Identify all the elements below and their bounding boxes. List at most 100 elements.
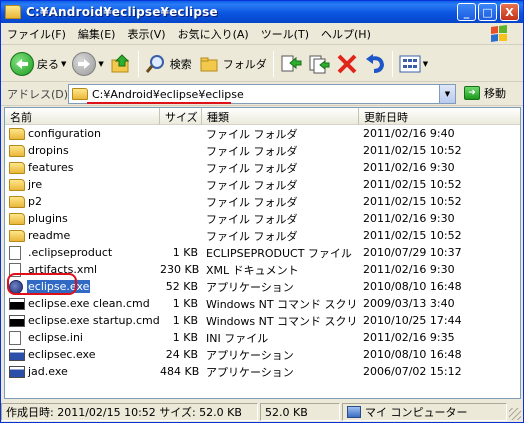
file-row[interactable]: readme ファイル フォルダ 2011/02/15 10:52 bbox=[5, 227, 520, 244]
file-list[interactable]: 名前 サイズ 種類 更新日時 configuration ファイル フォルダ 201… bbox=[4, 107, 521, 399]
file-name: features bbox=[28, 161, 74, 174]
address-label: アドレス(D) bbox=[7, 87, 69, 101]
back-arrow-icon bbox=[10, 51, 34, 76]
file-row[interactable]: dropins ファイル フォルダ 2011/02/15 10:52 bbox=[5, 142, 520, 159]
forward-button[interactable]: ▼ bbox=[69, 49, 106, 79]
file-size: 1 KB bbox=[172, 331, 198, 344]
column-name[interactable]: 名前 bbox=[5, 108, 160, 125]
file-size: 1 KB bbox=[172, 314, 198, 327]
column-type[interactable]: 種類 bbox=[202, 108, 359, 125]
file-row[interactable]: features ファイル フォルダ 2011/02/16 9:30 bbox=[5, 159, 520, 176]
move-to-button[interactable] bbox=[277, 49, 305, 79]
file-date: 2011/02/16 9:40 bbox=[363, 127, 455, 140]
file-size: 24 KB bbox=[165, 348, 198, 361]
file-row[interactable]: p2 ファイル フォルダ 2011/02/15 10:52 bbox=[5, 193, 520, 210]
delete-button[interactable] bbox=[333, 49, 361, 79]
file-type: INI ファイル bbox=[206, 331, 269, 345]
status-bar: 作成日時: 2011/02/15 10:52 サイズ: 52.0 KB 52.0… bbox=[1, 402, 523, 422]
file-date: 2011/02/16 9:30 bbox=[363, 212, 455, 225]
file-name-cell: .eclipseproduct bbox=[5, 245, 160, 260]
file-name-cell: jad.exe bbox=[5, 365, 160, 378]
status-location: マイ コンピューター bbox=[342, 403, 507, 421]
cmd-icon bbox=[9, 297, 25, 310]
file-row[interactable]: artifacts.xml 230 KB XML ドキュメント 2011/02/16 … bbox=[5, 261, 520, 278]
file-row[interactable]: eclipsec.exe 24 KB アプリケーション 2010/08/10 16:4… bbox=[5, 346, 520, 363]
chevron-down-icon[interactable]: ▼ bbox=[423, 60, 428, 68]
status-info: 作成日時: 2011/02/15 10:52 サイズ: 52.0 KB bbox=[1, 403, 258, 421]
folders-button[interactable]: フォルダ bbox=[195, 49, 270, 79]
file-date: 2011/02/15 10:52 bbox=[363, 178, 462, 191]
copy-to-button[interactable] bbox=[305, 49, 333, 79]
file-name-cell: eclipse.exe startup.cmd bbox=[5, 314, 160, 327]
chevron-down-icon[interactable]: ▼ bbox=[61, 60, 66, 68]
up-folder-button[interactable] bbox=[107, 49, 135, 79]
folders-label: フォルダ bbox=[222, 57, 267, 71]
chevron-down-icon[interactable]: ▼ bbox=[98, 60, 103, 68]
file-row[interactable]: plugins ファイル フォルダ 2011/02/16 9:30 bbox=[5, 210, 520, 227]
file-name-cell: readme bbox=[5, 229, 160, 242]
folder-icon bbox=[5, 5, 21, 19]
file-rows: configuration ファイル フォルダ 2011/02/16 9:40 dro… bbox=[5, 125, 520, 380]
file-type: Windows NT コマンド スクリプト bbox=[206, 297, 359, 311]
file-name: eclipsec.exe bbox=[28, 348, 96, 361]
menu-view[interactable]: 表示(V) bbox=[121, 24, 171, 44]
file-type: Windows NT コマンド スクリプト bbox=[206, 314, 359, 328]
copy-to-icon bbox=[309, 55, 330, 73]
file-size: 1 KB bbox=[172, 297, 198, 310]
file-row[interactable]: configuration ファイル フォルダ 2011/02/16 9:40 bbox=[5, 125, 520, 142]
views-button[interactable]: ▼ bbox=[396, 49, 431, 79]
file-row[interactable]: .eclipseproduct 1 KB ECLIPSEPRODUCT ファイル 20… bbox=[5, 244, 520, 261]
folder-icon bbox=[9, 144, 25, 157]
file-date: 2010/08/10 16:48 bbox=[363, 348, 462, 361]
resize-grip[interactable] bbox=[509, 408, 521, 420]
folder-icon bbox=[9, 127, 25, 140]
file-row[interactable]: eclipse.exe 52 KB アプリケーション 2010/08/10 16:48 bbox=[5, 278, 520, 295]
file-row[interactable]: eclipse.ini 1 KB INI ファイル 2011/02/16 9:35 bbox=[5, 329, 520, 346]
file-name-cell: p2 bbox=[5, 195, 160, 208]
column-date[interactable]: 更新日時 bbox=[359, 108, 520, 125]
back-button[interactable]: 戻る ▼ bbox=[7, 49, 69, 79]
search-button[interactable]: 検索 bbox=[142, 49, 195, 79]
search-icon bbox=[145, 54, 164, 73]
file-type: アプリケーション bbox=[206, 365, 294, 379]
menu-edit[interactable]: 編集(E) bbox=[72, 24, 122, 44]
menu-favorites[interactable]: お気に入り(A) bbox=[172, 24, 255, 44]
status-location-text: マイ コンピューター bbox=[365, 406, 468, 419]
close-button[interactable]: X bbox=[500, 3, 519, 21]
chevron-down-icon[interactable]: ▼ bbox=[439, 85, 455, 103]
title-bar[interactable]: C:¥Android¥eclipse¥eclipse _ □ X bbox=[1, 1, 523, 23]
go-button[interactable]: ➜ 移動 bbox=[464, 85, 506, 101]
file-date: 2009/03/13 3:40 bbox=[363, 297, 455, 310]
menu-tools[interactable]: ツール(T) bbox=[255, 24, 315, 44]
undo-button[interactable] bbox=[361, 49, 389, 79]
move-to-icon bbox=[281, 55, 302, 71]
file-date: 2011/02/15 10:52 bbox=[363, 144, 462, 157]
file-type: ファイル フォルダ bbox=[206, 212, 298, 226]
my-computer-icon bbox=[347, 406, 361, 418]
file-name: eclipse.exe clean.cmd bbox=[28, 297, 150, 310]
file-row[interactable]: eclipse.exe clean.cmd 1 KB Windows NT コマンド… bbox=[5, 295, 520, 312]
cmd-icon bbox=[9, 314, 25, 327]
menu-help[interactable]: ヘルプ(H) bbox=[315, 24, 377, 44]
minimize-button[interactable]: _ bbox=[457, 3, 476, 21]
views-icon bbox=[399, 55, 421, 72]
folders-icon bbox=[200, 57, 218, 71]
file-size: 230 KB bbox=[160, 263, 200, 276]
file-name: p2 bbox=[28, 195, 42, 208]
address-value: C:¥Android¥eclipse¥eclipse bbox=[92, 87, 244, 101]
file-row[interactable]: eclipse.exe startup.cmd 1 KB Windows NT コマ… bbox=[5, 312, 520, 329]
file-row[interactable]: jre ファイル フォルダ 2011/02/15 10:52 bbox=[5, 176, 520, 193]
file-row[interactable]: jad.exe 484 KB アプリケーション 2006/07/02 15:12 bbox=[5, 363, 520, 380]
address-input[interactable]: C:¥Android¥eclipse¥eclipse ▼ bbox=[68, 84, 456, 104]
up-folder-icon bbox=[111, 53, 129, 72]
menu-file[interactable]: ファイル(F) bbox=[1, 24, 72, 44]
maximize-button[interactable]: □ bbox=[478, 3, 497, 21]
undo-icon bbox=[365, 53, 384, 73]
file-date: 2006/07/02 15:12 bbox=[363, 365, 462, 378]
folder-icon bbox=[9, 178, 25, 191]
column-size[interactable]: サイズ bbox=[160, 108, 202, 125]
folder-icon bbox=[72, 88, 88, 100]
file-name: plugins bbox=[28, 212, 68, 225]
list-header: 名前 サイズ 種類 更新日時 bbox=[5, 108, 520, 125]
file-type: ファイル フォルダ bbox=[206, 229, 298, 243]
